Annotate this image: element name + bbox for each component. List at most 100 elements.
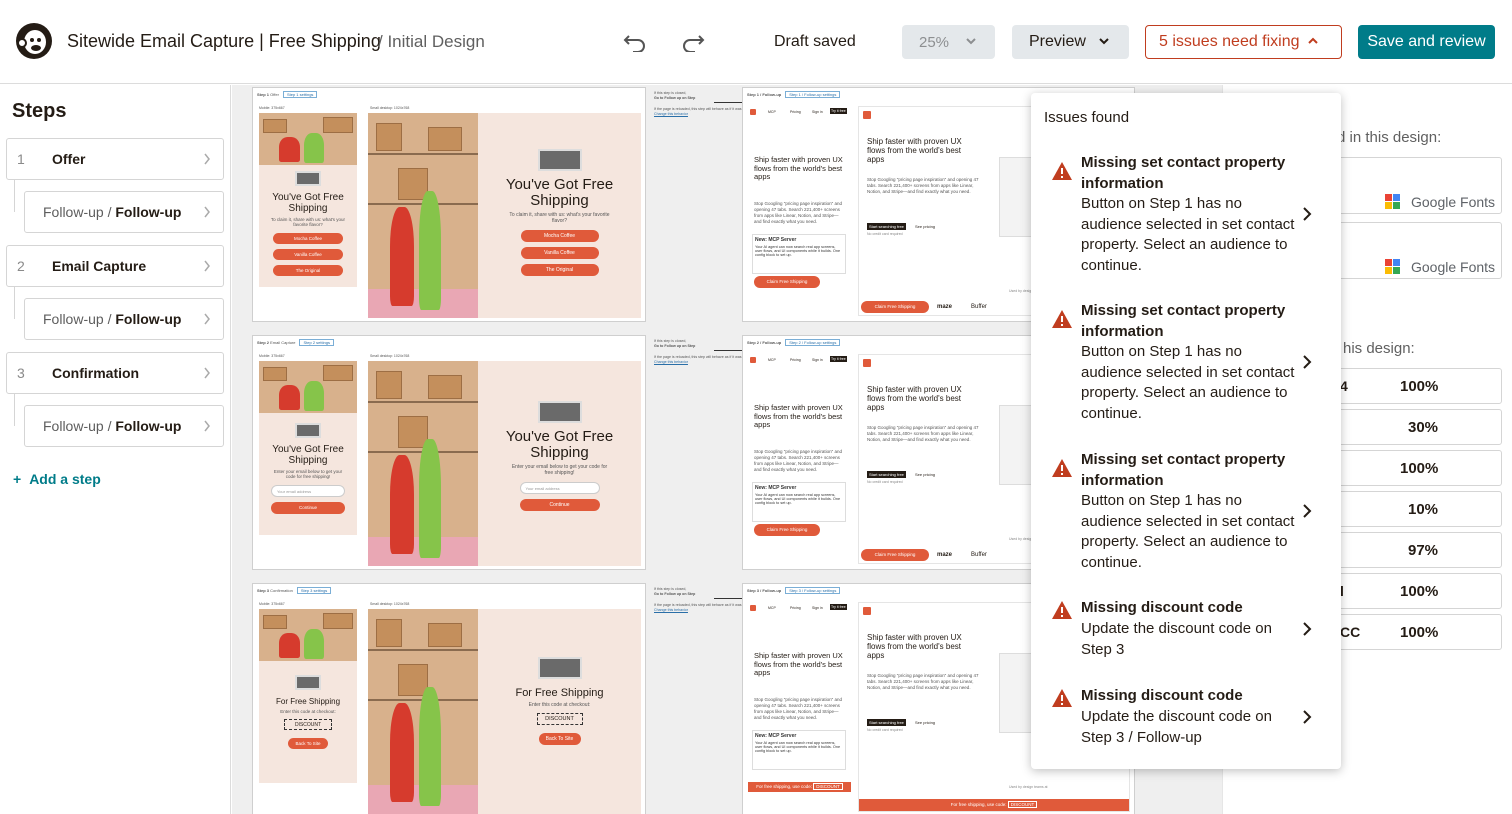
popup-option-button[interactable]: The Original bbox=[520, 263, 599, 276]
followup-cta[interactable]: Start searching free bbox=[867, 719, 906, 726]
sidebar-step-offer-followup[interactable]: Follow-up / Follow-up bbox=[24, 191, 224, 233]
flow-arrow bbox=[714, 350, 742, 351]
contrast-row: CC 100% bbox=[1331, 614, 1502, 650]
flow-note: If this step is closed, Go to Follow up … bbox=[654, 339, 754, 365]
app-logo-icon bbox=[863, 111, 871, 119]
popup-option-button[interactable]: Vanilla Coffee bbox=[520, 246, 599, 259]
issue-item[interactable]: Missing discount code Update the discoun… bbox=[1031, 686, 1341, 750]
popup-option-button[interactable]: Mocha Coffee bbox=[520, 229, 599, 242]
chevron-down-icon bbox=[966, 38, 976, 45]
mobile-hero-photo bbox=[259, 361, 357, 413]
card-label: Step 2 / Follow-up Step 2 / Follow-up set… bbox=[747, 339, 841, 346]
desktop-hero-photo bbox=[368, 609, 478, 814]
followup-nocc: No credit card required bbox=[867, 232, 903, 236]
flow-arrow bbox=[714, 102, 742, 103]
mobile-followup-preview: MCP Pricing Sign in Try it free Ship fas… bbox=[748, 602, 851, 812]
sidebar-step-confirmation-followup[interactable]: Follow-up / Follow-up bbox=[24, 405, 224, 447]
issue-item[interactable]: Missing set contact property information… bbox=[1031, 301, 1341, 425]
followup-nav: MCP Pricing Sign in Try it free bbox=[748, 106, 851, 118]
mail-icon bbox=[295, 423, 321, 438]
claim-button[interactable]: Claim Free Shipping bbox=[754, 524, 820, 536]
sidebar-step-email-capture[interactable]: 2 Email Capture bbox=[6, 245, 224, 287]
claim-button[interactable]: Claim Free Shipping bbox=[754, 276, 820, 288]
step-3-preview-card[interactable]: Step 3 Confirmation Step 3 settings Mobil… bbox=[252, 583, 646, 814]
claim-button[interactable]: Claim Free Shipping bbox=[861, 301, 929, 313]
flow-note: If this step is closed, Go to Follow up … bbox=[654, 91, 754, 117]
mailchimp-logo-icon[interactable] bbox=[14, 21, 54, 61]
issue-item[interactable]: Missing discount code Update the discoun… bbox=[1031, 598, 1341, 662]
back-to-site-button[interactable]: Back To Site bbox=[288, 737, 328, 749]
step-label: Email Capture bbox=[52, 258, 147, 274]
followup-cta-secondary[interactable]: See pricing bbox=[915, 472, 935, 477]
zoom-select[interactable]: 25% bbox=[902, 25, 995, 59]
used-by-text: Used by design teams at bbox=[1009, 785, 1048, 789]
preview-dropdown[interactable]: Preview bbox=[1012, 25, 1129, 59]
warning-icon bbox=[1052, 689, 1072, 707]
mail-icon bbox=[295, 675, 321, 690]
back-to-site-button[interactable]: Back To Site bbox=[538, 733, 581, 746]
followup-cta-secondary[interactable]: See pricing bbox=[915, 224, 935, 229]
chevron-right-icon bbox=[1303, 207, 1312, 221]
redo-icon bbox=[683, 35, 705, 52]
sidebar-step-email-followup[interactable]: Follow-up / Follow-up bbox=[24, 298, 224, 340]
redo-button[interactable] bbox=[678, 28, 708, 56]
contrast-row: 97% bbox=[1331, 532, 1502, 568]
desktop-popup: You've Got Free Shipping Enter your emai… bbox=[478, 361, 641, 566]
issue-item[interactable]: Missing set contact property information… bbox=[1031, 153, 1341, 277]
mail-icon bbox=[537, 401, 582, 423]
sidebar-step-offer[interactable]: 1 Offer bbox=[6, 138, 224, 180]
card-label: Step 3 Confirmation Step 3 settings bbox=[257, 587, 332, 594]
undo-icon bbox=[623, 35, 645, 52]
popup-option-button[interactable]: Vanilla Coffee bbox=[273, 249, 343, 260]
step-1-preview-card[interactable]: Step 1 Offer Step 1 settings Mobile: 375x… bbox=[252, 87, 646, 322]
warning-icon bbox=[1052, 601, 1072, 619]
followup-hero: Ship faster with proven UX flows from th… bbox=[867, 137, 962, 165]
issues-toggle-button[interactable]: 5 issues need fixing bbox=[1145, 25, 1342, 59]
email-field[interactable]: Your email address bbox=[271, 485, 345, 497]
followup-cta-secondary[interactable]: See pricing bbox=[915, 720, 935, 725]
step-number: 3 bbox=[17, 365, 25, 381]
issue-description: Update the discount code on Step 3 / Fol… bbox=[1081, 708, 1272, 746]
continue-button[interactable]: Continue bbox=[519, 498, 600, 511]
mobile-preview-label: Mobile: 375x667 bbox=[259, 106, 285, 110]
mobile-preview-label: Mobile: 375x667 bbox=[259, 602, 285, 606]
mail-icon bbox=[295, 171, 321, 186]
claim-button[interactable]: Claim Free Shipping bbox=[861, 549, 929, 561]
flow-note: If this step is closed, Go to Follow up … bbox=[654, 587, 754, 613]
desktop-hero-photo bbox=[368, 361, 478, 566]
warning-icon bbox=[1052, 459, 1072, 477]
mobile-followup-preview: MCP Pricing Sign in Try it free Ship fas… bbox=[748, 354, 851, 564]
chevron-right-icon bbox=[1303, 355, 1312, 369]
continue-button[interactable]: Continue bbox=[271, 502, 345, 514]
desktop-hero-photo bbox=[368, 113, 478, 318]
contrast-row: 30% bbox=[1331, 409, 1502, 445]
popup-option-button[interactable]: Mocha Coffee bbox=[273, 233, 343, 244]
followup-cta[interactable]: Start searching free bbox=[867, 223, 906, 230]
popup-heading: You've Got Free Shipping bbox=[505, 176, 614, 209]
issue-item[interactable]: Missing set contact property information… bbox=[1031, 450, 1341, 574]
mail-icon bbox=[537, 657, 582, 679]
followup-hero: Ship faster with proven UX flows from th… bbox=[754, 155, 843, 182]
undo-button[interactable] bbox=[620, 28, 650, 56]
chevron-right-icon bbox=[204, 153, 210, 165]
followup-cta[interactable]: Start searching free bbox=[867, 471, 906, 478]
top-bar: Sitewide Email Capture | Free Shipping /… bbox=[0, 0, 1512, 84]
sidebar-step-confirmation[interactable]: 3 Confirmation bbox=[6, 352, 224, 394]
popup-heading: You've Got Free Shipping bbox=[272, 192, 344, 214]
issue-heading: Missing discount code bbox=[1081, 599, 1243, 616]
followup-body: Stop Googling "pricing page inspiration"… bbox=[754, 449, 843, 472]
issues-count-label: 5 issues need fixing bbox=[1159, 33, 1300, 50]
step-2-preview-card[interactable]: Step 2 Email Capture Step 2 settings Mobi… bbox=[252, 335, 646, 570]
card-label: Step 3 / Follow-up Step 3 / Follow-up set… bbox=[747, 587, 841, 594]
followup-hero: Ship faster with proven UX flows from th… bbox=[867, 385, 962, 413]
save-and-review-button[interactable]: Save and review bbox=[1358, 25, 1495, 59]
popup-option-button[interactable]: The Original bbox=[273, 265, 343, 276]
maze-logo: maze bbox=[937, 552, 953, 558]
maze-logo: maze bbox=[937, 304, 953, 310]
step-connector bbox=[14, 287, 15, 319]
email-field[interactable]: Your email address bbox=[519, 481, 600, 494]
app-logo-icon bbox=[750, 109, 756, 115]
issue-description: Button on Step 1 has no audience selecte… bbox=[1081, 195, 1295, 274]
add-step-button[interactable]: + Add a step bbox=[13, 471, 101, 487]
step-label: Offer bbox=[52, 151, 86, 167]
